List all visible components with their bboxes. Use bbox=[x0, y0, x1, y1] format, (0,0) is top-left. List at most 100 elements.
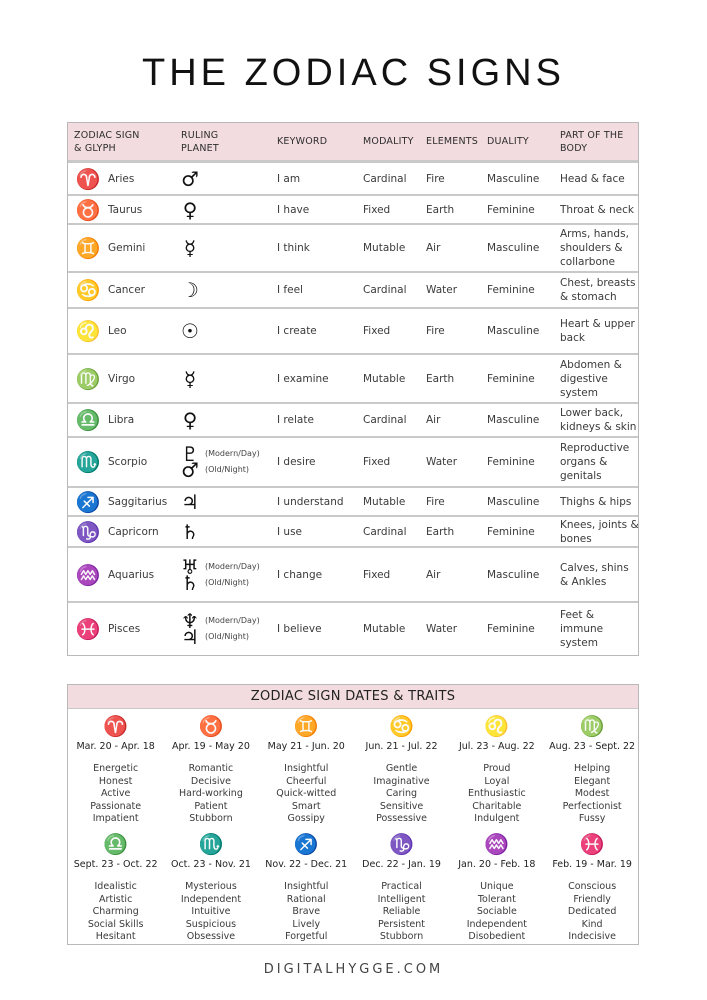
planet-glyph-icon: ♂ bbox=[181, 458, 199, 482]
keyword-cell: I believe bbox=[277, 623, 322, 635]
planet-glyph-icon: ♂ bbox=[181, 166, 199, 191]
sign-name: Scorpio bbox=[108, 456, 148, 468]
planet-note: (Old/Night) bbox=[205, 577, 250, 587]
trait-item: Artistic bbox=[98, 893, 133, 905]
planet-glyph-icon: ♄ bbox=[181, 570, 199, 595]
planet-cell: ♇ (Modern/Day) ♂ (Old/Night) bbox=[181, 438, 276, 486]
trait-item: Independent bbox=[180, 893, 242, 905]
trait-item: Proud bbox=[483, 763, 511, 774]
table-row: ♊ Gemini ☿ I think Mutable Air Masculine Arms, … bbox=[68, 223, 638, 271]
zodiac-glyph-icon: ♉ bbox=[75, 197, 101, 222]
duality-cell: Feminine bbox=[487, 203, 535, 216]
body-cell: Reproductive organs & genitals bbox=[560, 442, 630, 482]
keyword-cell: I relate bbox=[277, 414, 314, 426]
sign-cell: ♊ Gemini bbox=[74, 225, 179, 271]
sign-cell: ♑ Capricorn bbox=[74, 517, 179, 546]
body-cell: Calves, shins & Ankles bbox=[560, 561, 629, 588]
trait-item: Honest bbox=[98, 775, 133, 787]
trait-item: Friendly bbox=[573, 893, 611, 905]
zodiac-glyph-icon: ♌ bbox=[484, 714, 510, 738]
body-cell: Throat & neck bbox=[560, 203, 634, 216]
traits-row: ♎ Sept. 23 - Oct. 22 Idealistic Artistic Cha… bbox=[68, 829, 640, 947]
zodiac-glyph-icon: ♈ bbox=[103, 714, 129, 738]
sign-dates: Mar. 20 - Apr. 18 bbox=[76, 741, 155, 752]
trait-item: Kind bbox=[581, 918, 603, 930]
keyword-cell: I have bbox=[277, 203, 310, 216]
planet-glyph-icon: ♄ bbox=[181, 519, 199, 544]
modality-cell: Fixed bbox=[363, 203, 391, 216]
trait-item: Intuitive bbox=[191, 906, 231, 917]
table-row: ♒ Aquarius ♅ (Modern/Day) ♄ (Old/Night) I chan… bbox=[68, 546, 638, 601]
trait-item: Gossipy bbox=[287, 813, 325, 824]
element-cell: Earth bbox=[426, 203, 455, 216]
modality-cell: Cardinal bbox=[363, 172, 407, 185]
planet-note: (Modern/Day) bbox=[205, 616, 260, 625]
zodiac-glyph-icon: ♑ bbox=[75, 519, 101, 544]
trait-list: Gentle Imaginative Caring Sensitive Possessi… bbox=[354, 763, 449, 826]
trait-item: Elegant bbox=[574, 775, 611, 787]
planet-cell: ♅ (Modern/Day) ♄ (Old/Night) bbox=[181, 548, 276, 601]
table-row: ♑ Capricorn ♄ I use Cardinal Earth Feminine Kne… bbox=[68, 515, 639, 546]
trait-item: Persistent bbox=[378, 918, 426, 930]
trait-column: ♎ Sept. 23 - Oct. 22 Idealistic Artistic Cha… bbox=[68, 829, 163, 947]
trait-item: Brave bbox=[292, 906, 321, 917]
keyword-cell: I examine bbox=[277, 372, 329, 385]
table-row: ♎ Libra ♀ I relate Cardinal Air Masculine Lower… bbox=[68, 402, 638, 436]
trait-item: Gentle bbox=[385, 763, 418, 774]
trait-item: Rational bbox=[286, 893, 326, 905]
page-title: THE ZODIAC SIGNS bbox=[142, 52, 565, 94]
planet-glyph-icon: ♃ bbox=[181, 625, 199, 649]
planet-cell: ♀ bbox=[181, 404, 276, 436]
zodiac-glyph-icon: ♊ bbox=[75, 236, 101, 260]
trait-item: Enthusiastic bbox=[467, 788, 526, 799]
planet-cell: ♆ (Modern/Day) ♃ (Old/Night) bbox=[181, 603, 276, 655]
trait-item: Charitable bbox=[472, 800, 522, 812]
trait-list: Helping Elegant Modest Perfectionist Fussy bbox=[544, 763, 639, 826]
trait-column: ♉ Apr. 19 - May 20 Romantic Decisive Hard-wo… bbox=[163, 711, 258, 829]
sign-cell: ♍ Virgo bbox=[74, 355, 179, 402]
trait-column: ♊ May 21 - Jun. 20 Insightful Cheerful Quick… bbox=[259, 711, 354, 829]
trait-column: ♐ Nov. 22 - Dec. 21 Insightful Rational Brav… bbox=[259, 829, 354, 947]
element-cell: Air bbox=[426, 568, 441, 581]
keyword-cell: I understand bbox=[277, 495, 344, 508]
trait-list: Unique Tolerant Sociable Independent Disobed… bbox=[449, 881, 544, 944]
duality-cell: Feminine bbox=[487, 372, 535, 385]
zodiac-glyph-icon: ♒ bbox=[484, 832, 510, 856]
trait-item: Smart bbox=[291, 800, 321, 812]
planet-cell: ♂ bbox=[181, 163, 276, 194]
sign-dates: Feb. 19 - Mar. 19 bbox=[552, 859, 632, 870]
sign-name: Taurus bbox=[108, 203, 143, 216]
trait-list: Mysterious Independent Intuitive Suspicious… bbox=[163, 881, 258, 944]
trait-item: Independent bbox=[466, 918, 527, 930]
trait-item: Reliable bbox=[382, 906, 421, 917]
sign-cell: ♒ Aquarius bbox=[74, 548, 179, 601]
zodiac-glyph-icon: ♎ bbox=[103, 832, 129, 856]
trait-column: ♋ Jun. 21 - Jul. 22 Gentle Imaginative Carin… bbox=[354, 711, 449, 829]
header-planet: RULING PLANET bbox=[181, 129, 219, 154]
modality-cell: Mutable bbox=[363, 372, 406, 385]
zodiac-glyph-icon: ♏ bbox=[198, 832, 224, 856]
sign-name: Capricorn bbox=[108, 525, 159, 538]
trait-column: ♈ Mar. 20 - Apr. 18 Energetic Honest Active P… bbox=[68, 711, 163, 829]
header-elements: ELEMENTS bbox=[426, 136, 479, 147]
trait-item: Forgetful bbox=[285, 931, 328, 942]
trait-list: Idealistic Artistic Charming Social Skills H… bbox=[68, 881, 163, 944]
trait-column: ♍ Aug. 23 - Sept. 22 Helping Elegant Modest P… bbox=[544, 711, 639, 829]
trait-column: ♏ Oct. 23 - Nov. 21 Mysterious Independent I… bbox=[163, 829, 258, 947]
table-row: ♉ Taurus ♀ I have Fixed Earth Feminine Throat &… bbox=[68, 194, 638, 223]
table-row: ♋ Cancer ☽ I feel Cardinal Water Feminine Chest… bbox=[68, 271, 638, 307]
traits-row: ♈ Mar. 20 - Apr. 18 Energetic Honest Active P… bbox=[68, 711, 640, 829]
zodiac-glyph-icon: ♎ bbox=[75, 408, 101, 432]
duality-cell: Feminine bbox=[487, 284, 535, 296]
duality-cell: Masculine bbox=[487, 568, 540, 581]
element-cell: Earth bbox=[426, 525, 455, 538]
body-cell: Knees, joints & bones bbox=[560, 518, 639, 545]
zodiac-glyph-icon: ♊ bbox=[293, 714, 319, 738]
sign-dates: Dec. 22 - Jan. 19 bbox=[362, 859, 441, 870]
header-keyword: KEYWORD bbox=[277, 136, 328, 147]
trait-item: Modest bbox=[574, 788, 610, 799]
traits-grid: ♈ Mar. 20 - Apr. 18 Energetic Honest Active P… bbox=[68, 711, 640, 947]
planet-cell: ♄ bbox=[181, 517, 276, 546]
planet-cell: ☽ bbox=[181, 273, 276, 307]
planet-glyph-icon: ☿ bbox=[183, 236, 197, 260]
